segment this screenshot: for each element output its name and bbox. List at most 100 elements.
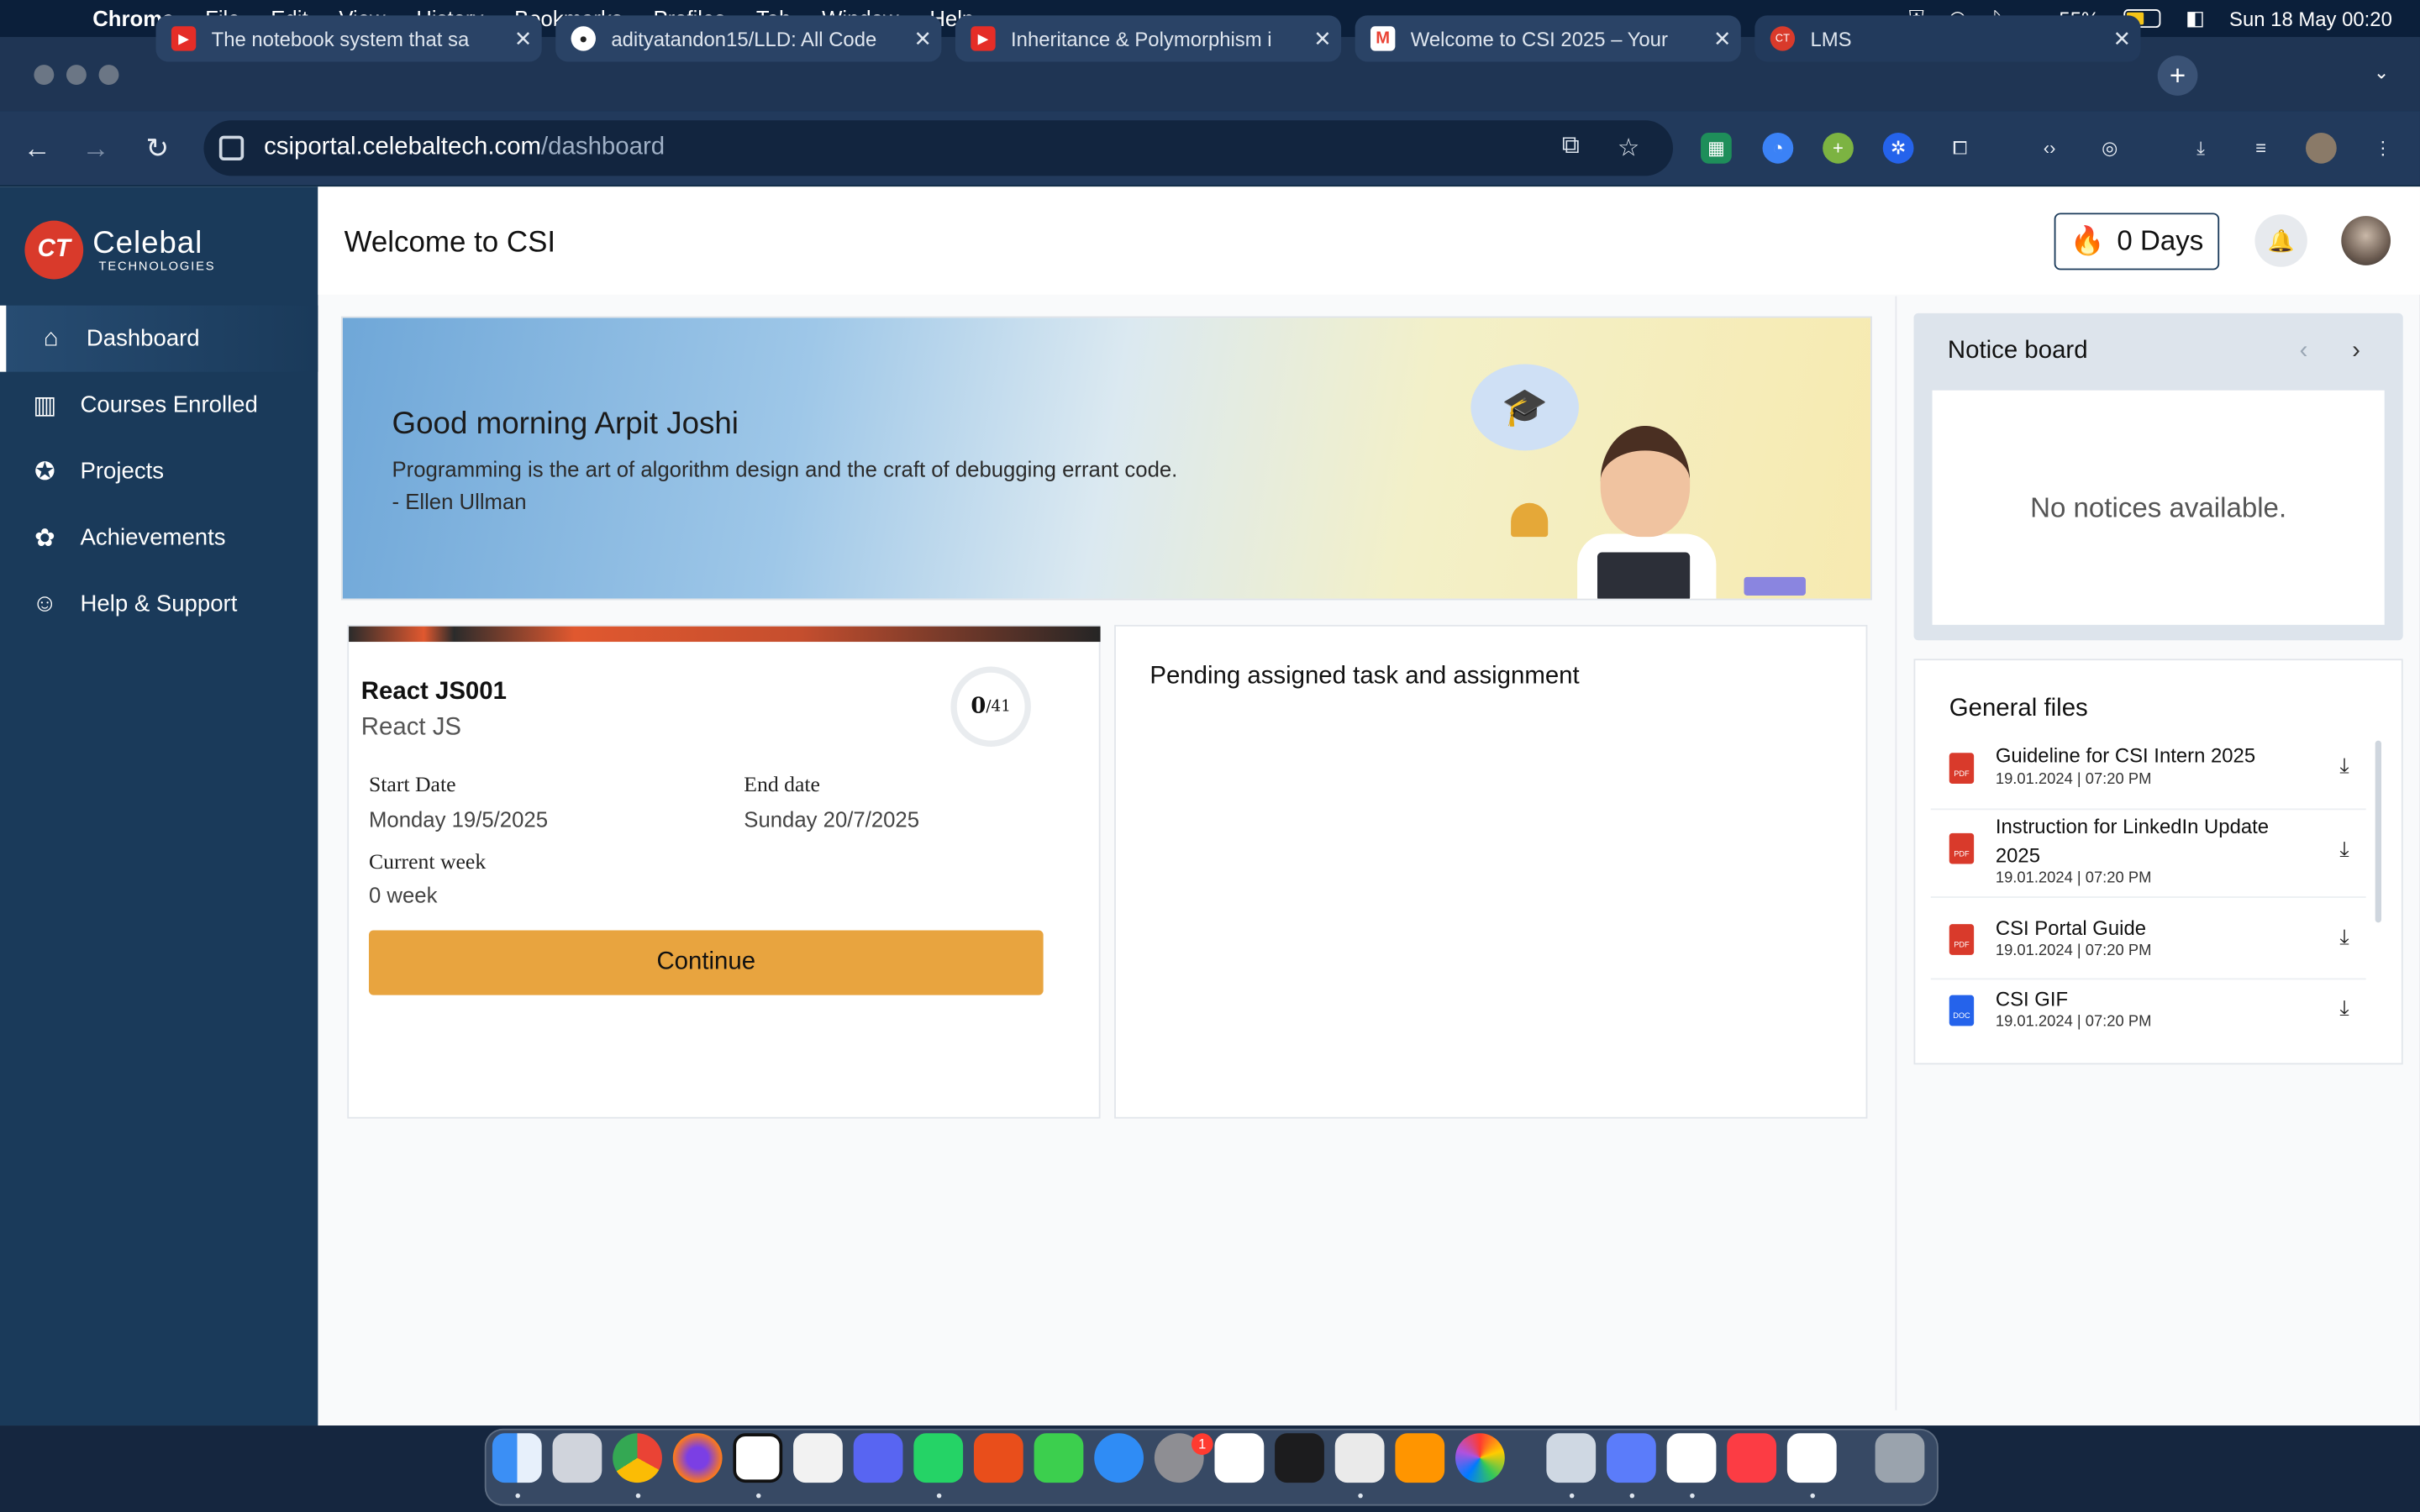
doc-file-icon: DOC <box>1949 995 1975 1026</box>
sidebar-item-help-support[interactable]: ☺ Help & Support <box>0 571 318 638</box>
instruments-icon[interactable] <box>1334 1433 1385 1483</box>
minimize-window-button[interactable] <box>66 65 87 86</box>
whatsapp-icon[interactable] <box>913 1433 964 1483</box>
calendar-icon[interactable] <box>1666 1433 1717 1483</box>
presenter-app-icon[interactable] <box>973 1433 1023 1483</box>
music-icon[interactable] <box>1727 1433 1777 1483</box>
browser-tab[interactable]: ▶ Inheritance & Polymorphism i ✕ <box>955 15 1342 62</box>
download-icon[interactable]: ⤓ <box>2186 133 2217 164</box>
window-controls <box>34 65 119 86</box>
trash-icon[interactable] <box>1875 1433 1925 1483</box>
sheets-extension-icon[interactable]: ▦ <box>1701 132 1732 164</box>
sidebar-item-achievements[interactable]: ✿ Achievements <box>0 505 318 571</box>
new-tab-button[interactable]: + <box>2157 55 2198 96</box>
address-bar[interactable]: csiportal.celebaltech.com/dashboard ⧉ ☆ <box>203 120 1673 176</box>
preview-icon[interactable] <box>1546 1433 1597 1483</box>
plus-extension-icon[interactable]: + <box>1823 132 1854 164</box>
launchpad-icon[interactable] <box>552 1433 602 1483</box>
notification-badge: 1 <box>1191 1433 1213 1456</box>
chatgpt-icon[interactable] <box>1786 1433 1837 1483</box>
close-tab-icon[interactable]: ✕ <box>1304 25 1341 51</box>
continue-button[interactable]: Continue <box>368 930 1044 995</box>
running-indicator <box>1810 1493 1815 1499</box>
puzzle-blue-extension-icon[interactable]: ✲ <box>1882 132 1914 164</box>
devtools-code-icon[interactable]: ‹› <box>2034 133 2065 164</box>
home-icon: ⌂ <box>43 324 59 351</box>
timer-extension-icon[interactable]: ◔ <box>1762 132 1794 164</box>
chevron-right-icon[interactable]: › <box>2352 338 2360 365</box>
app-icon[interactable] <box>1607 1433 1656 1483</box>
tab-search-chevron-icon[interactable]: ⌄ <box>2374 61 2389 83</box>
celebal-icon: CT <box>1770 26 1796 51</box>
chevron-left-icon[interactable]: ‹ <box>2300 338 2308 365</box>
install-app-icon[interactable]: ⧉ <box>1562 133 1580 160</box>
download-icon[interactable]: ⤓ <box>2339 836 2349 862</box>
url-host: csiportal.celebaltech.com <box>264 134 542 161</box>
files-scrollbar[interactable] <box>2375 740 2382 923</box>
file-item[interactable]: PDF Instruction for LinkedIn Update 2025… <box>1930 811 2366 898</box>
finder-icon[interactable] <box>492 1433 542 1483</box>
welcome-banner: Good morning Arpit Joshi Programming is … <box>340 316 1872 601</box>
discord-icon[interactable] <box>853 1433 903 1483</box>
progress-total: /41 <box>986 698 1011 716</box>
close-tab-icon[interactable]: ✕ <box>2103 25 2140 51</box>
chrome-icon[interactable] <box>613 1433 662 1483</box>
media-queue-icon[interactable]: ≡ <box>2245 133 2276 164</box>
column-divider <box>1895 296 1897 1410</box>
profile-avatar[interactable] <box>2306 132 2337 164</box>
site-settings-icon[interactable] <box>218 135 245 161</box>
zoom-window-button[interactable] <box>98 65 119 86</box>
clock-app-icon[interactable] <box>793 1433 843 1483</box>
award-icon: ✿ <box>34 525 55 552</box>
bookmark-star-icon[interactable]: ☆ <box>1618 133 1639 164</box>
safari-icon[interactable] <box>1094 1433 1144 1483</box>
chrome-menu-icon[interactable]: ⋮ <box>2367 133 2398 164</box>
quote-author: - Ellen Ullman <box>392 489 527 514</box>
running-indicator <box>1690 1493 1695 1499</box>
menubar-clock[interactable]: Sun 18 May 00:20 <box>2229 7 2392 30</box>
notification-bell-icon[interactable]: 🔔 <box>2254 214 2307 267</box>
back-arrow-icon[interactable]: ← <box>18 129 55 166</box>
url-text[interactable]: csiportal.celebaltech.com/dashboard <box>264 134 665 162</box>
reload-icon[interactable]: ↻ <box>139 129 176 166</box>
logo-mark: CT <box>24 220 84 280</box>
forward-arrow-icon[interactable]: → <box>77 129 114 166</box>
sidebar-item-projects[interactable]: ✪ Projects <box>0 438 318 505</box>
browser-tab[interactable]: M Welcome to CSI 2025 – Your ✕ <box>1355 15 1741 62</box>
notion-icon[interactable] <box>733 1433 783 1483</box>
browser-tab-active[interactable]: CT LMS ✕ <box>1754 15 2141 62</box>
sidebar-item-label: Courses Enrolled <box>80 391 258 418</box>
file-item[interactable]: DOC CSI GIF 19.01.2024 | 07:20 PM ⤓ <box>1931 984 2366 1053</box>
current-week-label: Current week <box>368 851 487 875</box>
browser-tab[interactable]: ● adityatandon15/LLD: All Code ✕ <box>555 15 942 62</box>
close-tab-icon[interactable]: ✕ <box>904 25 941 51</box>
freeform-icon[interactable] <box>1214 1433 1265 1483</box>
file-item[interactable]: PDF CSI Portal Guide 19.01.2024 | 07:20 … <box>1930 913 2366 981</box>
divider <box>1930 978 2366 980</box>
pdf-file-icon: PDF <box>1949 832 1975 864</box>
firefox-icon[interactable] <box>672 1433 723 1483</box>
download-icon[interactable]: ⤓ <box>2339 995 2349 1021</box>
logo-sub-text: TECHNOLOGIES <box>98 258 216 273</box>
close-tab-icon[interactable]: ✕ <box>505 25 542 51</box>
control-center-icon[interactable]: ◧ <box>2186 6 2205 30</box>
sidebar-item-courses-enrolled[interactable]: ▥ Courses Enrolled <box>0 372 318 438</box>
streak-badge[interactable]: 🔥 0 Days <box>2054 213 2220 270</box>
user-avatar[interactable] <box>2341 216 2391 265</box>
pending-tasks-card: Pending assigned task and assignment <box>1114 624 1868 1119</box>
browser-tab[interactable]: ▶ The notebook system that sa ✕ <box>155 15 542 62</box>
download-icon[interactable]: ⤓ <box>2339 753 2349 779</box>
download-icon[interactable]: ⤓ <box>2339 924 2349 950</box>
screenshot-icon[interactable]: ◎ <box>2094 133 2125 164</box>
extensions-puzzle-icon[interactable]: ⧠ <box>1944 133 1975 164</box>
books-icon[interactable] <box>1395 1433 1445 1483</box>
celebal-logo[interactable]: CT Celebal TECHNOLOGIES <box>24 220 216 280</box>
terminal-icon[interactable] <box>1275 1433 1324 1483</box>
file-date: 19.01.2024 | 07:20 PM <box>1995 1013 2152 1031</box>
close-tab-icon[interactable]: ✕ <box>1704 25 1741 51</box>
close-window-button[interactable] <box>34 65 55 86</box>
file-item[interactable]: PDF Guideline for CSI Intern 2025 19.01.… <box>1930 741 2366 811</box>
messages-icon[interactable] <box>1034 1433 1084 1483</box>
photos-icon[interactable] <box>1455 1433 1505 1483</box>
sidebar-item-dashboard[interactable]: ⌂ Dashboard <box>0 305 318 372</box>
